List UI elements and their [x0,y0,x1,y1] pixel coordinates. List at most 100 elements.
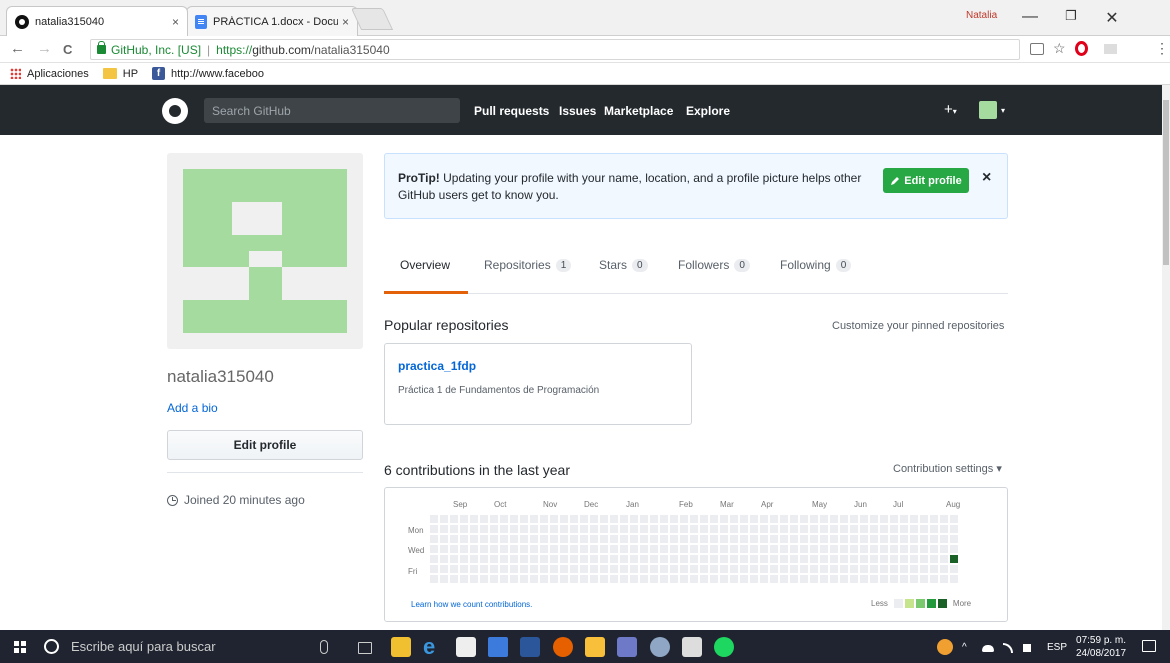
tab-overview[interactable]: Overview [400,258,450,272]
taskbar-search[interactable]: Escribe aquí para buscar [40,631,340,662]
contribution-day[interactable] [680,545,688,553]
contribution-day[interactable] [820,515,828,523]
tab-github-profile[interactable]: natalia315040 × [6,6,188,36]
contribution-day[interactable] [510,575,518,583]
learn-contributions-link[interactable]: Learn how we count contributions. [411,600,532,609]
contribution-day[interactable] [700,515,708,523]
contribution-day[interactable] [430,565,438,573]
contribution-day[interactable] [830,535,838,543]
contribution-day[interactable] [440,575,448,583]
contribution-day[interactable] [930,515,938,523]
contribution-day[interactable] [920,535,928,543]
contribution-day[interactable] [790,515,798,523]
contribution-day[interactable] [810,575,818,583]
contribution-day[interactable] [670,555,678,563]
contribution-day[interactable] [590,515,598,523]
tab-repositories[interactable]: Repositories 1 [484,258,572,272]
contribution-day[interactable] [750,525,758,533]
contribution-day[interactable] [920,565,928,573]
contribution-day[interactable] [750,555,758,563]
contribution-day[interactable] [940,525,948,533]
contribution-day[interactable] [710,515,718,523]
contribution-day[interactable] [630,565,638,573]
contribution-day[interactable] [870,545,878,553]
contribution-day[interactable] [840,575,848,583]
contribution-day[interactable] [580,535,588,543]
microphone-icon[interactable] [320,640,328,654]
contribution-day[interactable] [750,535,758,543]
translate-icon[interactable] [1030,43,1044,55]
contribution-day[interactable] [720,515,728,523]
contribution-day[interactable] [460,535,468,543]
contribution-day[interactable] [560,565,568,573]
contribution-day[interactable] [770,575,778,583]
contribution-day[interactable] [710,565,718,573]
contribution-day[interactable] [510,545,518,553]
contribution-day[interactable] [760,575,768,583]
contribution-day[interactable] [780,565,788,573]
contribution-day[interactable] [750,565,758,573]
contribution-day[interactable] [660,555,668,563]
contribution-day[interactable] [950,545,958,553]
contribution-day[interactable] [530,535,538,543]
contribution-day[interactable] [700,545,708,553]
contribution-day[interactable] [870,575,878,583]
contribution-day[interactable] [480,545,488,553]
user-avatar[interactable] [979,101,997,119]
contribution-day[interactable] [950,515,958,523]
contribution-day[interactable] [660,565,668,573]
contribution-day[interactable] [630,515,638,523]
contribution-day[interactable] [480,535,488,543]
contribution-day[interactable] [690,555,698,563]
contribution-day[interactable] [490,555,498,563]
contribution-day[interactable] [440,555,448,563]
contribution-day[interactable] [810,535,818,543]
contribution-day[interactable] [780,545,788,553]
contribution-day[interactable] [750,515,758,523]
contribution-day[interactable] [660,575,668,583]
contribution-day[interactable] [880,565,888,573]
contribution-day[interactable] [730,575,738,583]
contribution-day[interactable] [820,555,828,563]
contribution-day[interactable] [620,525,628,533]
contribution-day[interactable] [590,535,598,543]
contribution-day[interactable] [880,545,888,553]
contribution-day[interactable] [610,515,618,523]
contribution-day[interactable] [450,525,458,533]
spotify-icon[interactable] [714,637,734,657]
contribution-day[interactable] [820,525,828,533]
contribution-day[interactable] [490,565,498,573]
contribution-day[interactable] [670,525,678,533]
contribution-day[interactable] [700,525,708,533]
contribution-day[interactable] [790,565,798,573]
contribution-day[interactable] [940,565,948,573]
contribution-day[interactable] [490,545,498,553]
contribution-day[interactable] [570,555,578,563]
tab-close-icon[interactable]: × [172,15,179,29]
contribution-day[interactable] [660,525,668,533]
contribution-day[interactable] [750,575,758,583]
contribution-day[interactable] [940,515,948,523]
chrome-icon[interactable] [488,637,508,657]
contribution-day[interactable] [780,525,788,533]
contribution-day[interactable] [850,535,858,543]
contribution-day[interactable] [890,545,898,553]
contribution-day[interactable] [840,525,848,533]
tray-arrow-icon[interactable]: ^ [962,642,967,653]
tab-stars[interactable]: Stars 0 [599,258,648,272]
contribution-day[interactable] [950,575,958,583]
contribution-day[interactable] [790,545,798,553]
contribution-day[interactable] [910,535,918,543]
contribution-day[interactable] [630,525,638,533]
contribution-day[interactable] [710,525,718,533]
nav-issues[interactable]: Issues [559,104,596,118]
contribution-day[interactable] [530,515,538,523]
contribution-day[interactable] [500,515,508,523]
contribution-day[interactable] [470,545,478,553]
word-icon[interactable] [520,637,540,657]
contribution-day[interactable] [700,565,708,573]
contribution-day[interactable] [720,575,728,583]
contribution-day[interactable] [510,565,518,573]
contribution-day[interactable] [910,555,918,563]
contribution-day[interactable] [930,545,938,553]
